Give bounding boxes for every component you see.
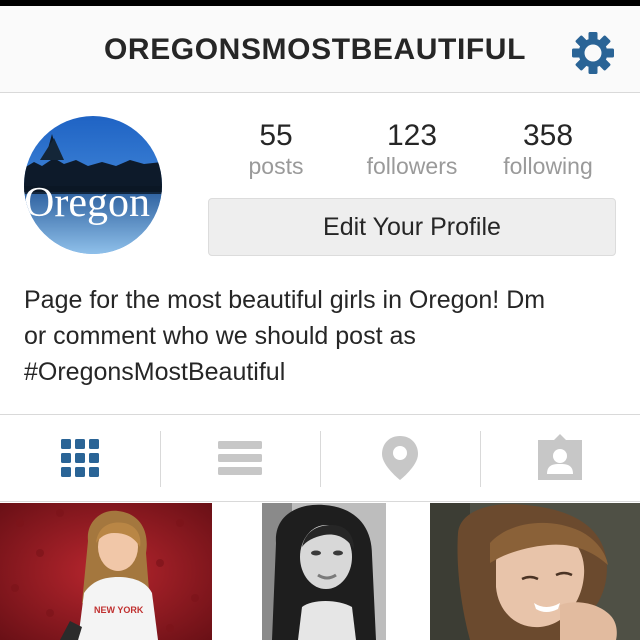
bio: Page for the most beautiful girls in Ore… [24,282,624,390]
tagged-person-icon [538,434,582,480]
grid-icon [61,439,99,477]
stat-value: 123 [386,119,438,152]
photo-thumbnail-2[interactable] [262,503,386,640]
tab-list[interactable] [160,415,320,501]
stat-label: posts [248,153,304,179]
stat-label: following [503,153,593,179]
location-pin-icon [382,436,418,480]
stat-following[interactable]: 358 following [478,120,618,180]
page-title: OREGONSMOSTBEAUTIFUL [104,33,526,66]
view-tabs [0,414,640,502]
avatar-text: Oregon [24,180,150,226]
stat-value: 55 [259,119,293,152]
bio-hashtag[interactable]: #OregonsMostBeautiful [24,354,624,390]
gear-icon[interactable] [570,30,616,76]
stat-value: 358 [522,119,574,152]
svg-text:NEW YORK: NEW YORK [94,605,144,615]
bio-line: Page for the most beautiful girls in Ore… [24,286,546,314]
profile-screen: OREGONSMOSTBEAUTIFUL Oregon 55 posts 123… [0,0,640,640]
list-icon [218,441,262,475]
header-bar: OREGONSMOSTBEAUTIFUL [0,6,640,93]
tab-location[interactable] [320,415,480,501]
bio-line: or comment who we should post as [24,322,416,350]
edit-profile-button[interactable]: Edit Your Profile [208,198,616,256]
tab-grid[interactable] [0,415,160,501]
photo-thumbnail-1[interactable]: NEW YORK [0,503,212,640]
stat-label: followers [366,153,458,179]
stat-posts[interactable]: 55 posts [206,120,346,180]
stat-followers[interactable]: 123 followers [342,120,482,180]
tab-tagged[interactable] [480,415,640,501]
avatar[interactable]: Oregon [24,116,162,254]
photo-thumbnail-3[interactable] [430,503,640,640]
